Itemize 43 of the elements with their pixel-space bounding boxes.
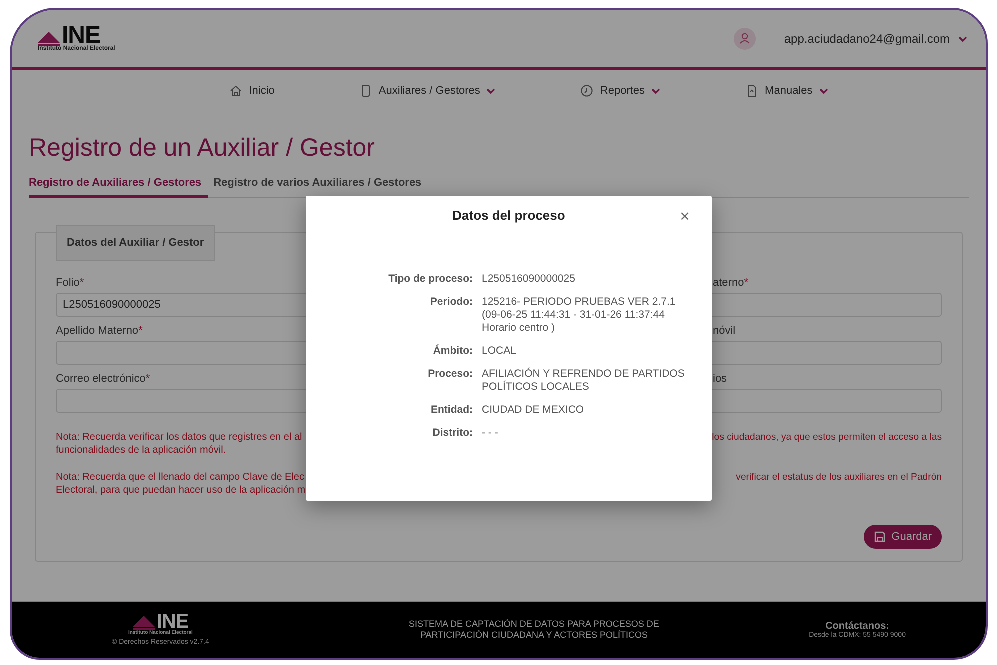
- contact-heading: Contáctanos:: [826, 621, 890, 632]
- detail-label: Ámbito:: [432, 345, 473, 358]
- detail-value: - - -: [482, 427, 500, 440]
- detail-value: LOCAL: [482, 345, 518, 358]
- user-menu[interactable]: app.aciudadano24@gmail.com: [784, 32, 968, 46]
- detail-label: Proceso:: [427, 368, 473, 382]
- tab[interactable]: Registro de varios Auxiliares / Gestores: [208, 177, 428, 198]
- close-button[interactable]: ×: [678, 208, 692, 226]
- field-label: ios: [713, 373, 728, 385]
- diamond-icon: [132, 616, 155, 630]
- nav-link[interactable]: Reportes: [580, 84, 662, 98]
- detail-value: CIUDAD DE MEXICO: [482, 404, 586, 417]
- field-label: Apellido Materno*: [56, 325, 143, 337]
- system-name: SISTEMA DE CAPTACIÓN DE DATOS PARA PROCESOS DE PARTICIPACIÓN CIUDADANA Y ACTORES POLÍTICOS: [409, 619, 660, 641]
- home-icon: [229, 84, 244, 98]
- detail-value: 125216- PERIODO PRUEBAS VER 2.7.1 (09-06-25 11:44:31 - 31-01-26 11:37:44 Horario centro ): [482, 296, 677, 335]
- detail-label: Tipo de proceso:: [388, 273, 473, 286]
- user-icon: [734, 28, 756, 50]
- note-text: Nota: Recuerda que el llenado del campo Clave de Elec Electoral, para que puedan hacer uso de la aplicación m: [56, 471, 306, 497]
- note-text: Nota: Recuerda verificar los datos que registres en el al funcionalidades de la aplicación móvil.: [56, 431, 302, 457]
- save-icon: [874, 531, 886, 543]
- detail-value: AFILIACIÓN Y REFRENDO DE PARTIDOS POLÍTICOS LOCALES: [482, 368, 686, 394]
- detail-value: L250516090000025: [482, 273, 576, 286]
- detail-label: Periodo:: [429, 296, 473, 310]
- save-button[interactable]: Guardar: [864, 525, 942, 549]
- clock-icon: [580, 84, 594, 98]
- diamond-icon: [38, 32, 60, 46]
- field-label: aterno*: [713, 277, 748, 289]
- field-label: Correo electrónico*: [56, 373, 150, 385]
- nav-link[interactable]: Inicio: [229, 84, 275, 98]
- field-label: Folio*: [56, 277, 84, 289]
- logo-wordmark: INE: [156, 614, 189, 630]
- section-legend: Datos del Auxiliar / Gestor: [56, 225, 216, 261]
- logo-wordmark: INE: [62, 26, 101, 46]
- field-label: nóvil: [713, 325, 736, 337]
- nav-link[interactable]: Manuales: [745, 84, 829, 98]
- detail-label: Entidad:: [430, 404, 473, 417]
- detail-label: Distrito:: [432, 427, 473, 440]
- note-text: verificar el estatus de los auxiliares en el Padrón: [736, 471, 942, 485]
- nav-link[interactable]: Auxiliares / Gestores: [358, 84, 496, 98]
- note-text: los ciudadanos, ya que estos permiten el acceso a las: [712, 431, 942, 445]
- modal-title: Datos del proceso: [452, 208, 566, 223]
- tab[interactable]: Registro de Auxiliares / Gestores: [29, 177, 208, 198]
